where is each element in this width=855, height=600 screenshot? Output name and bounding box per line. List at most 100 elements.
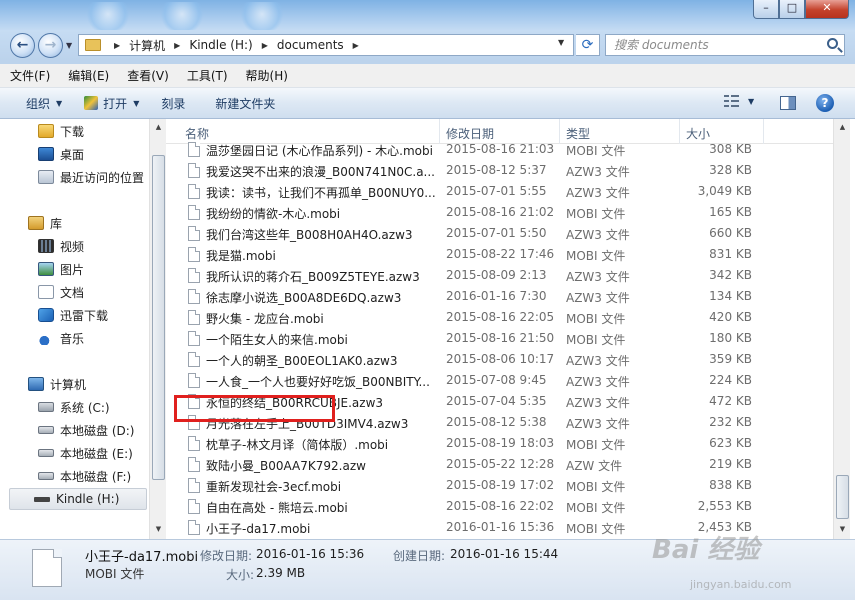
preview-pane-button[interactable] [780,96,796,110]
chevron-right-icon[interactable]: ▶ [174,41,180,50]
forward-button[interactable]: → [38,33,63,58]
file-size: 420 KB [709,310,752,324]
table-row[interactable]: 自由在高处 - 熊培云.mobi 2015-08-16 22:02 MOBI 文件 2… [178,496,828,517]
table-row[interactable]: 我爱这哭不出来的浪漫_B00N741N0C.a... 2015-08-12 5:3… [178,160,828,181]
menu-tools[interactable]: 工具(T) [187,67,228,84]
file-date: 2015-08-19 18:03 [446,436,555,450]
table-row[interactable]: 我纷纷的情欲-木心.mobi 2015-08-16 21:02 MOBI 文件 165… [178,202,828,223]
table-row[interactable]: 野火集 - 龙应台.mobi 2015-08-16 22:05 MOBI 文件 420… [178,307,828,328]
table-row[interactable]: 徐志摩小说选_B00A8DE6DQ.azw3 2016-01-16 7:30 AZW… [178,286,828,307]
breadcrumb-computer[interactable]: 计算机 [129,37,165,54]
scroll-up-icon[interactable]: ▲ [150,123,167,131]
chevron-right-icon[interactable]: ▶ [114,41,120,50]
file-type: MOBI 文件 [566,522,626,536]
nav-item-drive-f[interactable]: 本地磁盘 (F:) [38,466,131,486]
table-row[interactable]: 我们台湾这些年_B008H0AH4O.azw3 2015-07-01 5:50 AZ… [178,223,828,244]
file-date: 2015-08-16 21:50 [446,331,555,345]
breadcrumb-documents[interactable]: documents [277,38,344,52]
scroll-up-icon[interactable]: ▲ [834,123,851,131]
nav-item-downloads[interactable]: 下载 [38,121,84,141]
open-button[interactable]: 打开 ▼ [84,95,139,112]
file-date: 2015-08-06 10:17 [446,352,555,366]
file-date: 2016-01-16 15:36 [446,520,555,534]
navigation-pane: 下载 桌面 最近访问的位置 库 视频 图片 文档 迅雷下载 音乐 计算机 系统 … [0,119,149,539]
file-icon [188,457,200,472]
organize-button[interactable]: 组织 ▼ [26,95,62,112]
chevron-right-icon[interactable]: ▶ [262,41,268,50]
recent-pages-dropdown[interactable]: ▼ [66,41,72,50]
table-row[interactable]: 一人食_一个人也要好好吃饭_B00NBITY... 2015-07-08 9:45… [178,370,828,391]
size-label: 大小: [226,568,255,582]
file-icon [188,205,200,220]
menu-help[interactable]: 帮助(H) [246,67,288,84]
back-button[interactable]: ← [10,33,35,58]
menu-edit[interactable]: 编辑(E) [68,67,109,84]
menu-file[interactable]: 文件(F) [10,67,50,84]
help-button[interactable]: ? [816,94,834,112]
new-folder-button[interactable]: 新建文件夹 [215,95,275,112]
file-icon [188,478,200,493]
close-button[interactable]: ✕ [805,0,849,19]
folder-icon [85,39,101,51]
chevron-down-icon: ▼ [748,96,755,106]
nav-label: 计算机 [50,377,87,392]
local-disk-icon [38,426,54,434]
search-placeholder: 搜索 documents [614,38,709,52]
background-glyph [86,2,130,32]
navigation-scrollbar[interactable]: ▲ ▼ [149,119,166,539]
address-dropdown-icon[interactable]: ▼ [558,38,564,47]
maximize-button[interactable]: □ [779,0,805,19]
table-row[interactable]: 致陆小曼_B00AA7K792.azw 2015-05-22 12:28 AZW 文… [178,454,828,475]
table-row[interactable]: 我所认识的蒋介石_B009Z5TEYE.azw3 2015-08-09 2:13 A… [178,265,828,286]
address-bar[interactable]: ▶ 计算机 ▶ Kindle (H:) ▶ documents ▶ [78,34,574,56]
scroll-down-icon[interactable]: ▼ [834,525,851,533]
nav-item-computer[interactable]: 计算机 [28,374,86,394]
nav-item-desktop[interactable]: 桌面 [38,144,84,164]
file-name: 我读：读书，让我们不再孤单_B00NUY0... [206,186,436,200]
file-size: 165 KB [709,205,752,219]
file-icon [188,289,200,304]
search-input[interactable]: 搜索 documents [605,34,845,56]
menu-view[interactable]: 查看(V) [127,67,169,84]
table-row[interactable]: 一个人的朝圣_B00EOL1AK0.azw3 2015-08-06 10:17 AZ… [178,349,828,370]
table-row[interactable]: 温莎堡园日记 (木心作品系列) - 木心.mobi 2015-08-16 21:0… [178,139,828,160]
nav-item-videos[interactable]: 视频 [38,236,84,256]
burn-label: 刻录 [161,96,186,111]
nav-label: 本地磁盘 (E:) [60,446,133,461]
explorer-main: 下载 桌面 最近访问的位置 库 视频 图片 文档 迅雷下载 音乐 计算机 系统 … [0,119,855,539]
chevron-right-icon[interactable]: ▶ [353,41,359,50]
minimize-button[interactable]: – [753,0,779,19]
table-row[interactable]: 我是猫.mobi 2015-08-22 17:46 MOBI 文件 831 KB [178,244,828,265]
table-row[interactable]: 重新发现社会-3ecf.mobi 2015-08-19 17:02 MOBI 文件 8… [178,475,828,496]
table-row[interactable]: 一个陌生女人的来信.mobi 2015-08-16 21:50 MOBI 文件 180… [178,328,828,349]
table-row[interactable]: 枕草子-林文月译（简体版）.mobi 2015-08-19 18:03 MOBI 文… [178,433,828,454]
nav-item-kindle[interactable]: Kindle (H:) [9,488,147,510]
refresh-button[interactable]: ⟳ [576,34,600,56]
file-list-scrollbar[interactable]: ▲ ▼ [833,119,850,539]
file-date: 2015-07-01 5:50 [446,226,547,240]
nav-item-pictures[interactable]: 图片 [38,259,84,279]
scroll-thumb[interactable] [836,475,849,519]
file-icon [188,226,200,241]
nav-item-documents[interactable]: 文档 [38,282,84,302]
burn-button[interactable]: 刻录 [161,95,185,112]
modified-value: 2016-01-16 15:36 [256,547,365,561]
file-date: 2015-08-12 5:38 [446,415,547,429]
breadcrumb-kindle[interactable]: Kindle (H:) [189,38,252,52]
table-row[interactable]: 我读：读书，让我们不再孤单_B00NUY0... 2015-07-01 5:55 A… [178,181,828,202]
preview-pane-icon [780,96,796,110]
scroll-down-icon[interactable]: ▼ [150,525,167,533]
change-view-button[interactable]: ▼ [724,94,754,108]
nav-item-thunder-downloads[interactable]: 迅雷下载 [38,305,108,325]
nav-label: 音乐 [60,331,85,346]
nav-item-libraries[interactable]: 库 [28,213,62,233]
file-size: 342 KB [709,268,752,282]
nav-item-music[interactable]: 音乐 [38,328,84,348]
nav-item-drive-d[interactable]: 本地磁盘 (D:) [38,420,134,440]
scroll-thumb[interactable] [152,155,165,480]
nav-item-recent-places[interactable]: 最近访问的位置 [38,167,144,187]
nav-label: 最近访问的位置 [60,170,145,185]
background-glyph [160,2,204,32]
nav-item-drive-c[interactable]: 系统 (C:) [38,397,110,417]
nav-item-drive-e[interactable]: 本地磁盘 (E:) [38,443,133,463]
